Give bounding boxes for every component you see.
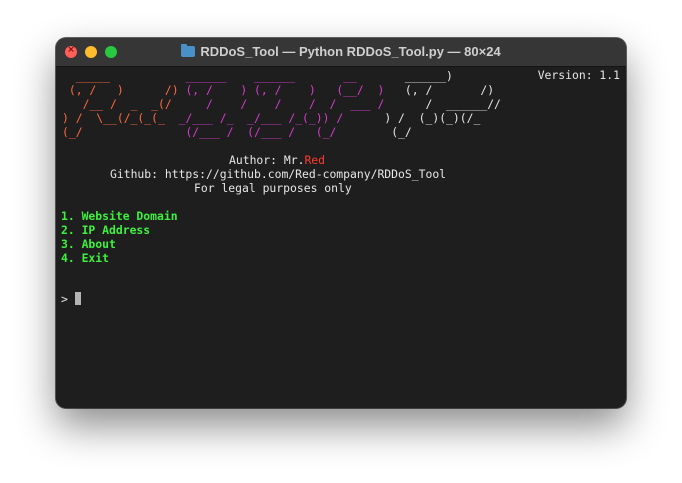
banner-line-5: (_/ (/___ / (/___ / (_/ (_/ <box>62 125 412 139</box>
banner-segment: (_/ <box>336 125 412 139</box>
banner-segment: ) / (_)(_)(/_ <box>343 111 481 125</box>
author-name: Red <box>304 153 326 167</box>
banner-segment: /__ / _ _(/ <box>62 97 179 111</box>
text-cursor[interactable] <box>75 292 81 305</box>
banner-segment: / ______// <box>384 97 501 111</box>
folder-icon <box>181 44 196 57</box>
prompt-symbol: > <box>61 292 68 306</box>
banner-line-3: /__ / _ _(/ / / / / / ___ / / ______// <box>62 97 501 111</box>
banner-segment: (/___ / (/___ / (_/ <box>82 125 337 139</box>
terminal-content[interactable]: Version: 1.1 _____ ______ ______ __ ____… <box>56 67 626 408</box>
window-title: RDDoS_Tool — Python RDDoS_Tool.py — 80×2… <box>56 44 626 59</box>
author-label: Author: Mr. <box>229 153 305 167</box>
banner-segment: ______) <box>356 69 453 83</box>
menu-item-ip-address: 2. IP Address <box>61 223 151 237</box>
banner-segment: _/___ /_ _/___ /_(_)) / <box>171 111 344 125</box>
banner-segment: _____ <box>62 69 111 83</box>
banner-line-1: _____ ______ ______ __ ______) <box>62 69 453 83</box>
author-line: Author: Mr.Red <box>229 153 325 167</box>
banner-segment: / / / / / ___ / <box>178 97 385 111</box>
banner-segment: (, / ) (, / ) (__/ ) <box>178 83 385 97</box>
menu-item-exit: 4. Exit <box>61 251 110 265</box>
banner-segment: ) / \__(/_(_(_ <box>62 111 172 125</box>
terminal-window: × RDDoS_Tool — Python RDDoS_Tool.py — 80… <box>56 38 626 408</box>
menu-item-about: 3. About <box>61 237 116 251</box>
title-bar: × RDDoS_Tool — Python RDDoS_Tool.py — 80… <box>56 38 626 67</box>
banner-segment: (, / ) /) <box>62 83 179 97</box>
banner-segment: (_/ <box>62 125 83 139</box>
banner-line-4: ) / \__(/_(_(_ _/___ /_ _/___ /_(_)) / )… <box>62 111 480 125</box>
banner-line-2: (, / ) /) (, / ) (, / ) (__/ ) (, / /) <box>62 83 494 97</box>
version-text: Version: 1.1 <box>537 68 620 82</box>
legal-line: For legal purposes only <box>194 181 352 195</box>
menu-item-website-domain: 1. Website Domain <box>61 209 178 223</box>
banner-segment: ______ ______ __ <box>110 69 357 83</box>
banner-segment: (, / /) <box>384 83 495 97</box>
window-title-text: RDDoS_Tool — Python RDDoS_Tool.py — 80×2… <box>200 44 501 59</box>
github-line: Github: https://github.com/Red-company/R… <box>110 167 447 181</box>
